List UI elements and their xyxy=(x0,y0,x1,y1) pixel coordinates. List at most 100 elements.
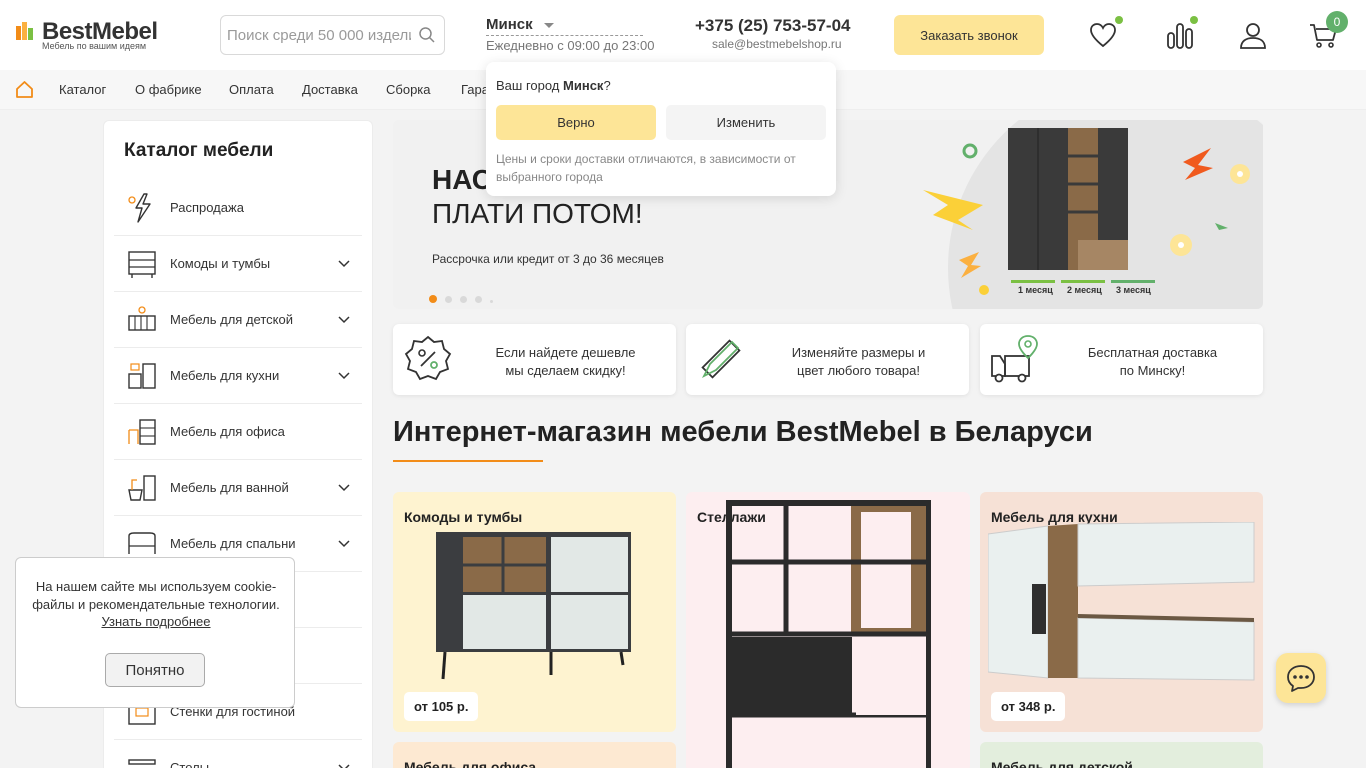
home-icon[interactable] xyxy=(15,80,34,99)
table-icon xyxy=(128,759,156,765)
chevron-down-icon[interactable] xyxy=(338,537,350,549)
feature-price-match: Если найдете дешевле мы сделаем скидку! xyxy=(393,324,676,395)
card-title: Мебель для детской xyxy=(991,759,1133,768)
page-title: Интернет-магазин мебели BestMebel в Бела… xyxy=(393,416,1093,448)
site-header: BestMebel Мебель по вашим идеям Минск Еж… xyxy=(0,0,1366,70)
logo-mark-icon xyxy=(16,22,33,40)
card-title: Мебель для офиса xyxy=(404,759,537,768)
nav-item-about[interactable]: О фабрике xyxy=(135,82,202,97)
sidebar-item-label: Комоды и тумбы xyxy=(170,256,271,271)
banner-title: НАС xyxy=(432,164,492,195)
banner-dot[interactable] xyxy=(490,300,493,303)
chevron-down-icon[interactable] xyxy=(338,257,350,269)
category-card-kids[interactable]: Мебель для детской xyxy=(980,742,1263,768)
feature-text: Если найдете дешевле мы сделаем скидку! xyxy=(463,344,668,380)
month-label: 3 месяц xyxy=(1116,285,1151,295)
cookie-more-link[interactable]: Узнать подробнее xyxy=(16,614,296,629)
favorites-indicator xyxy=(1115,16,1123,24)
banner-dot[interactable] xyxy=(429,295,437,303)
sidebar-item-label: Мебель для детской xyxy=(170,312,293,327)
search-icon[interactable] xyxy=(418,26,436,44)
sidebar-item-sale[interactable]: Распродажа xyxy=(114,180,362,236)
phone-number[interactable]: +375 (25) 753-57-04 xyxy=(695,16,850,36)
chevron-down-icon[interactable] xyxy=(338,481,350,493)
dresser-product-image xyxy=(436,532,631,680)
sidebar-item-label: Распродажа xyxy=(170,200,244,215)
sidebar-item-label: Мебель для спальни xyxy=(170,536,296,551)
month-label: 2 месяц xyxy=(1067,285,1102,295)
city-selector[interactable]: Минск xyxy=(486,16,643,36)
compare-icon[interactable] xyxy=(1165,20,1195,50)
email-link[interactable]: sale@bestmebelshop.ru xyxy=(712,37,842,51)
category-card-dressers[interactable]: Комоды и тумбы от 105 р. xyxy=(393,492,676,732)
sidebar-item-office[interactable]: Мебель для офиса xyxy=(114,404,362,460)
feature-custom-size: Изменяйте размеры и цвет любого товара! xyxy=(686,324,969,395)
callback-button[interactable]: Заказать звонок xyxy=(894,15,1044,55)
sidebar-title: Каталог мебели xyxy=(124,140,274,161)
banner-dot[interactable] xyxy=(460,296,467,303)
feature-text: Изменяйте размеры и цвет любого товара! xyxy=(756,344,961,380)
office-desk-icon xyxy=(128,419,156,445)
city-question-prefix: Ваш город xyxy=(496,78,560,93)
cookie-text: На нашем сайте мы используем cookie-файл… xyxy=(32,579,280,612)
search-input[interactable] xyxy=(221,16,411,54)
pencil-ruler-icon xyxy=(701,339,741,379)
city-question-city: Минск xyxy=(563,78,604,93)
category-card-shelves[interactable]: Стеллажи xyxy=(686,492,970,768)
sidebar-item-label: Столы xyxy=(170,760,210,768)
user-icon[interactable] xyxy=(1238,20,1268,50)
banner-dot[interactable] xyxy=(445,296,452,303)
banner-title-line2: ПЛАТИ ПОТОМ! xyxy=(432,198,643,229)
sidebar-item-kitchen[interactable]: Мебель для кухни xyxy=(114,348,362,404)
sidebar-item-kids[interactable]: Мебель для детской xyxy=(114,292,362,348)
city-confirm-button[interactable]: Верно xyxy=(496,105,656,140)
category-card-kitchen[interactable]: Мебель для кухни от 348 р. xyxy=(980,492,1263,732)
cookie-banner: На нашем сайте мы используем cookie-файл… xyxy=(15,557,295,708)
site-logo[interactable]: BestMebel Мебель по вашим идеям xyxy=(16,18,176,52)
city-question: Ваш город Минск? xyxy=(496,78,611,93)
banner-dot[interactable] xyxy=(475,296,482,303)
sidebar-item-tables[interactable]: Столы xyxy=(114,740,362,768)
cart-count-badge: 0 xyxy=(1326,11,1348,33)
feature-line: по Минску! xyxy=(1119,363,1186,378)
chevron-down-icon[interactable] xyxy=(338,369,350,381)
feature-line: цвет любого товара! xyxy=(797,363,920,378)
heart-icon[interactable] xyxy=(1088,20,1118,50)
nav-item-warranty[interactable]: Гара xyxy=(461,82,489,97)
feature-free-delivery: Бесплатная доставка по Минску! xyxy=(980,324,1263,395)
city-name: Минск xyxy=(486,16,533,33)
chevron-down-icon xyxy=(544,23,554,28)
chevron-down-icon[interactable] xyxy=(338,761,350,768)
city-question-suffix: ? xyxy=(603,78,611,93)
percent-badge-icon xyxy=(404,335,452,381)
sidebar-item-bathroom[interactable]: Мебель для ванной xyxy=(114,460,362,516)
feature-text: Бесплатная доставка по Минску! xyxy=(1050,344,1255,380)
month-label: 1 месяц xyxy=(1018,285,1053,295)
city-confirm-popup: Ваш город Минск? Верно Изменить Цены и с… xyxy=(486,62,836,196)
city-change-button[interactable]: Изменить xyxy=(666,105,826,140)
chat-bubble-icon xyxy=(1287,665,1315,692)
chevron-down-icon[interactable] xyxy=(338,313,350,325)
shelf-product-image xyxy=(726,500,931,768)
sidebar-item-label: Мебель для кухни xyxy=(170,368,280,383)
card-title: Комоды и тумбы xyxy=(404,509,523,525)
sidebar-item-dressers[interactable]: Комоды и тумбы xyxy=(114,236,362,292)
category-card-office[interactable]: Мебель для офиса xyxy=(393,742,676,768)
nav-item-catalog[interactable]: Каталог xyxy=(59,82,106,97)
delivery-truck-icon xyxy=(991,335,1038,383)
chat-widget-button[interactable] xyxy=(1276,653,1326,703)
nav-item-delivery[interactable]: Доставка xyxy=(302,82,358,97)
title-underline xyxy=(393,460,543,462)
nav-item-payment[interactable]: Оплата xyxy=(229,82,274,97)
cookie-accept-button[interactable]: Понятно xyxy=(105,653,205,687)
working-hours: Ежедневно с 09:00 до 23:00 xyxy=(486,38,655,53)
nav-item-assembly[interactable]: Сборка xyxy=(386,82,431,97)
sale-icon xyxy=(128,193,151,223)
banner-pagination xyxy=(429,290,501,308)
crib-icon xyxy=(128,306,156,331)
banner-subtitle: Рассрочка или кредит от 3 до 36 месяцев xyxy=(432,252,664,266)
compare-indicator xyxy=(1190,16,1198,24)
kitchen-icon xyxy=(128,363,156,389)
sidebar-item-label: Мебель для офиса xyxy=(170,424,285,439)
bathroom-icon xyxy=(128,475,156,501)
